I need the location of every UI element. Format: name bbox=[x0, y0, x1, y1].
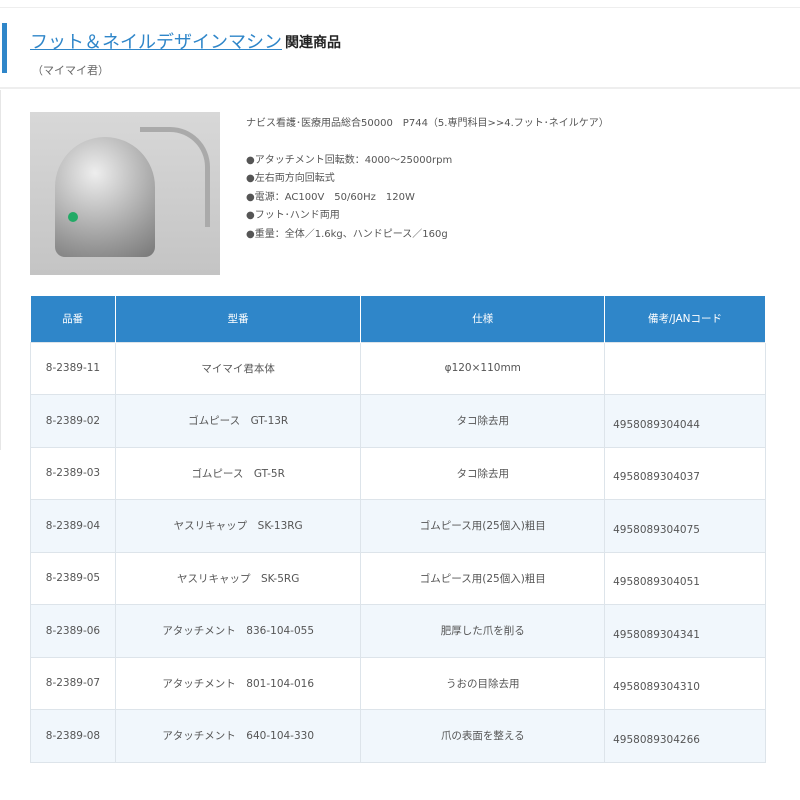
feature: ●重量：全体／1.6kg、ハンドピース／160g bbox=[246, 226, 609, 245]
item-no-cell: 8-2389-11 bbox=[31, 342, 116, 395]
product-subtitle: （マイマイ君） bbox=[32, 62, 109, 78]
header-spec: 仕様 bbox=[361, 296, 605, 342]
machine-body-shape bbox=[55, 137, 155, 257]
model-cell: ゴムピース GT-5R bbox=[115, 447, 361, 500]
table-row: 8-2389-05ヤスリキャップ SK-5RGゴムピース用(25個入)粗目495… bbox=[31, 552, 766, 605]
spec-cell: うおの目除去用 bbox=[361, 657, 605, 710]
item-no-cell: 8-2389-05 bbox=[31, 552, 116, 605]
spec-cell: 爪の表面を整える bbox=[361, 710, 605, 763]
header-jan: 備考/JANコード bbox=[605, 296, 766, 342]
jan-cell bbox=[605, 342, 766, 395]
spec-cell: タコ除去用 bbox=[361, 395, 605, 448]
spec-cell: ゴムピース用(25個入)粗目 bbox=[361, 552, 605, 605]
table-row: 8-2389-02ゴムピース GT-13Rタコ除去用4958089304044 bbox=[31, 395, 766, 448]
table-header-row: 品番 型番 仕様 備考/JANコード bbox=[31, 296, 766, 342]
model-cell: ゴムピース GT-13R bbox=[115, 395, 361, 448]
feature: ●左右両方向回転式 bbox=[246, 170, 609, 189]
item-no-cell: 8-2389-03 bbox=[31, 447, 116, 500]
table-row: 8-2389-06アタッチメント 836-104-055肥厚した爪を削る4958… bbox=[31, 605, 766, 658]
item-no-cell: 8-2389-02 bbox=[31, 395, 116, 448]
jan-cell: 4958089304037 bbox=[605, 447, 766, 500]
spec-cell: 肥厚した爪を削る bbox=[361, 605, 605, 658]
product-table: 品番 型番 仕様 備考/JANコード 8-2389-11マイマイ君本体φ120×… bbox=[30, 296, 766, 763]
table-row: 8-2389-04ヤスリキャップ SK-13RGゴムピース用(25個入)粗目49… bbox=[31, 500, 766, 553]
spec-cell: ゴムピース用(25個入)粗目 bbox=[361, 500, 605, 553]
model-cell: アタッチメント 640-104-330 bbox=[115, 710, 361, 763]
feature: ●フット･ハンド両用 bbox=[246, 207, 609, 226]
item-no-cell: 8-2389-04 bbox=[31, 500, 116, 553]
product-title-link[interactable]: フット＆ネイルデザインマシン bbox=[30, 28, 282, 54]
table-row: 8-2389-08アタッチメント 640-104-330爪の表面を整える4958… bbox=[31, 710, 766, 763]
related-products-label: 関連商品 bbox=[285, 32, 341, 52]
accent-bar bbox=[2, 23, 7, 73]
spec-cell: φ120×110mm bbox=[361, 342, 605, 395]
feature: ●アタッチメント回転数：4000～25000rpm bbox=[246, 152, 609, 171]
table-row: 8-2389-11マイマイ君本体φ120×110mm bbox=[31, 342, 766, 395]
table-row: 8-2389-07アタッチメント 801-104-016うおの目除去用49580… bbox=[31, 657, 766, 710]
feature: ●電源：AC100V 50/60Hz 120W bbox=[246, 189, 609, 208]
catalog-reference: ナビス看護･医療用品総合50000 P744（5.専門科目>>4.フット･ネイル… bbox=[246, 115, 609, 134]
jan-cell: 4958089304051 bbox=[605, 552, 766, 605]
model-cell: アタッチメント 801-104-016 bbox=[115, 657, 361, 710]
divider bbox=[0, 90, 1, 450]
jan-cell: 4958089304310 bbox=[605, 657, 766, 710]
product-image bbox=[30, 112, 220, 275]
power-led-shape bbox=[68, 212, 78, 222]
item-no-cell: 8-2389-08 bbox=[31, 710, 116, 763]
jan-cell: 4958089304044 bbox=[605, 395, 766, 448]
model-cell: ヤスリキャップ SK-13RG bbox=[115, 500, 361, 553]
item-no-cell: 8-2389-07 bbox=[31, 657, 116, 710]
header-model: 型番 bbox=[115, 296, 361, 342]
jan-cell: 4958089304341 bbox=[605, 605, 766, 658]
model-cell: ヤスリキャップ SK-5RG bbox=[115, 552, 361, 605]
product-info: ナビス看護･医療用品総合50000 P744（5.専門科目>>4.フット･ネイル… bbox=[246, 115, 609, 244]
model-cell: アタッチメント 836-104-055 bbox=[115, 605, 361, 658]
product-header: フット＆ネイルデザインマシン 関連商品 （マイマイ君） bbox=[0, 7, 800, 89]
jan-cell: 4958089304075 bbox=[605, 500, 766, 553]
spec-cell: タコ除去用 bbox=[361, 447, 605, 500]
item-no-cell: 8-2389-06 bbox=[31, 605, 116, 658]
model-cell: マイマイ君本体 bbox=[115, 342, 361, 395]
table-row: 8-2389-03ゴムピース GT-5Rタコ除去用4958089304037 bbox=[31, 447, 766, 500]
jan-cell: 4958089304266 bbox=[605, 710, 766, 763]
header-item-no: 品番 bbox=[31, 296, 116, 342]
